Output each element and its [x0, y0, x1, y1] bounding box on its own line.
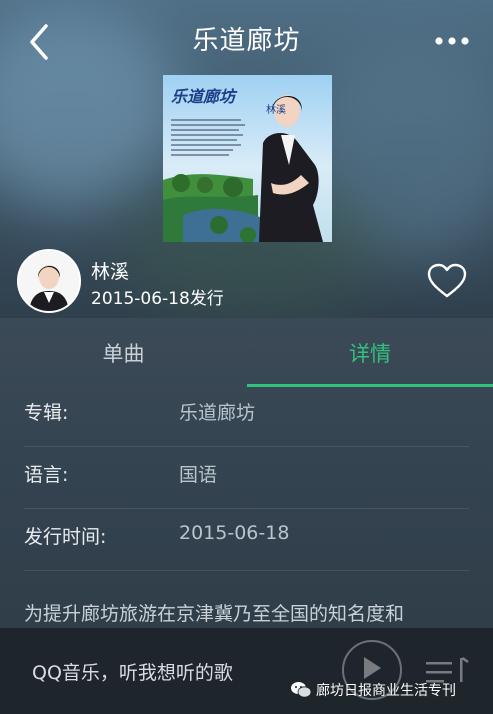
- detail-value: 国语: [179, 464, 218, 486]
- top-bar: 乐道廊坊: [0, 0, 493, 80]
- more-button[interactable]: [432, 28, 472, 54]
- cover-title: 乐道廊坊: [171, 87, 236, 106]
- more-horizontal-icon: [435, 37, 469, 45]
- album-detail-screen: 乐道廊坊 乐道廊坊 林溪 林溪 2015-06-18发行 单曲 详情 专辑: 乐…: [0, 0, 493, 714]
- album-cover[interactable]: 乐道廊坊 林溪: [163, 75, 332, 242]
- detail-row-album: 专辑: 乐道廊坊: [24, 384, 469, 447]
- tab-singles[interactable]: 单曲: [0, 318, 247, 388]
- watermark-text: 廊坊日报商业生活专刊: [316, 683, 456, 699]
- tab-bar: 单曲 详情: [0, 318, 493, 388]
- avatar[interactable]: [17, 249, 81, 313]
- player-slogan: QQ音乐，听我想听的歌: [32, 662, 233, 684]
- artist-name[interactable]: 林溪: [91, 257, 129, 284]
- player-bar: QQ音乐，听我想听的歌 廊坊日报商业生活专刊: [0, 628, 493, 714]
- artist-photo: [19, 251, 79, 311]
- detail-label: 发行时间:: [24, 526, 107, 548]
- cover-subtitle: 林溪: [266, 105, 286, 116]
- favorite-button[interactable]: [427, 263, 467, 299]
- detail-value: 2015-06-18: [179, 522, 290, 544]
- release-date: 2015-06-18发行: [91, 289, 224, 309]
- wechat-icon: [291, 682, 312, 698]
- detail-label: 专辑:: [24, 402, 69, 424]
- detail-row-release-time: 发行时间: 2015-06-18: [24, 508, 469, 571]
- heart-outline-icon: [427, 263, 467, 298]
- page-title: 乐道廊坊: [192, 26, 301, 56]
- watermark: 廊坊日报商业生活专刊: [290, 680, 456, 700]
- detail-row-language: 语言: 国语: [24, 446, 469, 509]
- detail-value: 乐道廊坊: [179, 402, 256, 424]
- album-description: 为提升廊坊旅游在京津冀乃至全国的知名度和: [24, 603, 405, 625]
- tab-details[interactable]: 详情: [247, 318, 493, 388]
- detail-label: 语言:: [24, 464, 69, 486]
- artist-row: 林溪 2015-06-18发行: [0, 240, 493, 320]
